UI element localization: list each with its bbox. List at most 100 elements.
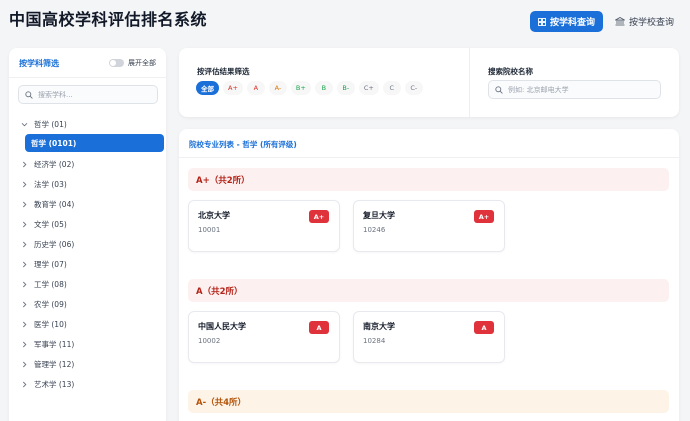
chevron-right-icon bbox=[22, 321, 27, 327]
expand-all-label: 展开全部 bbox=[128, 59, 156, 67]
school-name: 北京大学 bbox=[198, 211, 230, 220]
tree-item[interactable]: 教育学 (04) bbox=[21, 194, 164, 214]
tree-item-label: 文学 (05) bbox=[34, 219, 67, 229]
grade-filter-chips: 全部 A+ A A- B+ B B- C+ C C- bbox=[196, 81, 423, 95]
tree-item[interactable]: 历史学 (06) bbox=[21, 234, 164, 254]
tree-item[interactable]: 艺术学 (13) bbox=[21, 374, 164, 394]
tree-item[interactable]: 军事学 (11) bbox=[21, 334, 164, 354]
grade-filter-title: 按评估结果筛选 bbox=[197, 67, 250, 76]
tree-toggle[interactable] bbox=[21, 341, 34, 348]
tree-item[interactable]: 文学 (05) bbox=[21, 214, 164, 234]
list-title: 院校专业列表 - 哲学 (所有评级) bbox=[189, 140, 297, 149]
sidebar-header: 按学科筛选 展开全部 bbox=[9, 48, 166, 78]
tree-toggle[interactable] bbox=[21, 221, 34, 228]
tree-item[interactable]: 法学 (03) bbox=[21, 174, 164, 194]
school-query-button[interactable]: 按学校查询 bbox=[613, 11, 676, 32]
grade-group-heading: A+（共2所） bbox=[188, 168, 669, 191]
school-search-title: 搜索院校名称 bbox=[488, 67, 533, 76]
school-code: 10246 bbox=[363, 226, 386, 234]
tree-item[interactable]: 理学 (07) bbox=[21, 254, 164, 274]
school-card[interactable]: 中国人民大学 10002 A bbox=[188, 311, 340, 363]
tree-item-label: 经济学 (02) bbox=[34, 159, 75, 169]
subject-search-box bbox=[18, 85, 158, 104]
tree-item[interactable]: 哲学 (01) bbox=[21, 114, 164, 134]
tree-toggle[interactable] bbox=[21, 161, 34, 168]
tree-item-label: 教育学 (04) bbox=[34, 199, 75, 209]
school-name: 南京大学 bbox=[363, 322, 395, 331]
grade-chip[interactable]: B bbox=[314, 81, 333, 95]
tree-toggle[interactable] bbox=[21, 301, 34, 308]
grade-chip[interactable]: C bbox=[382, 81, 401, 95]
tree-item-label: 管理学 (12) bbox=[34, 359, 75, 369]
grade-chip[interactable]: 全部 bbox=[196, 81, 219, 95]
filter-divider bbox=[469, 48, 470, 117]
school-code: 10002 bbox=[198, 337, 221, 345]
grid-icon bbox=[538, 17, 546, 26]
top-actions: 按学科查询 按学校查询 bbox=[529, 11, 676, 32]
tree-item-label: 哲学 (01) bbox=[34, 119, 67, 129]
chevron-down-icon bbox=[21, 122, 28, 126]
chevron-right-icon bbox=[22, 241, 27, 247]
grade-chip[interactable]: A- bbox=[268, 81, 287, 95]
tree-item[interactable]: 农学 (09) bbox=[21, 294, 164, 314]
tree-toggle[interactable] bbox=[21, 361, 34, 368]
tree-toggle[interactable] bbox=[21, 121, 34, 128]
school-card[interactable]: 复旦大学 10246 A+ bbox=[353, 200, 505, 252]
school-name: 中国人民大学 bbox=[198, 322, 246, 331]
chevron-right-icon bbox=[22, 161, 27, 167]
toggle-switch[interactable] bbox=[109, 59, 124, 67]
institution-icon bbox=[614, 17, 625, 26]
chevron-right-icon bbox=[22, 301, 27, 307]
tree-toggle[interactable] bbox=[21, 261, 34, 268]
grade-chip[interactable]: B- bbox=[336, 81, 355, 95]
grade-chip[interactable]: C- bbox=[404, 81, 423, 95]
tree-toggle[interactable] bbox=[21, 381, 34, 388]
list-divider bbox=[179, 157, 679, 158]
school-card[interactable]: 北京大学 10001 A+ bbox=[188, 200, 340, 252]
search-icon bbox=[25, 90, 33, 99]
grade-group-heading: A（共2所） bbox=[188, 279, 669, 302]
expand-all-toggle[interactable]: 展开全部 bbox=[109, 58, 156, 68]
subject-query-label: 按学科查询 bbox=[549, 18, 595, 28]
subject-search-input[interactable] bbox=[38, 90, 148, 99]
grade-badge: A bbox=[309, 321, 329, 334]
tree-item-label: 农学 (09) bbox=[34, 299, 67, 309]
subject-query-button[interactable]: 按学科查询 bbox=[529, 11, 603, 32]
tree-item[interactable]: 医学 (10) bbox=[21, 314, 164, 334]
tree-item-label: 历史学 (06) bbox=[34, 239, 75, 249]
grade-chip[interactable]: B+ bbox=[290, 81, 311, 95]
chevron-right-icon bbox=[22, 221, 27, 227]
school-search-input[interactable] bbox=[508, 85, 658, 94]
grade-chip[interactable]: A+ bbox=[223, 81, 243, 95]
school-card[interactable]: 南京大学 10284 A bbox=[353, 311, 505, 363]
tree-toggle[interactable] bbox=[21, 181, 34, 188]
chevron-right-icon bbox=[22, 261, 27, 267]
tree-child-item[interactable]: 哲学 (0101) bbox=[25, 134, 164, 152]
chevron-right-icon bbox=[22, 361, 27, 367]
tree-toggle[interactable] bbox=[21, 241, 34, 248]
chevron-right-icon bbox=[22, 381, 27, 387]
tree-item-label: 法学 (03) bbox=[34, 179, 67, 189]
tree-toggle[interactable] bbox=[21, 281, 34, 288]
subject-tree: 哲学 (01) 哲学 (0101) 经济学 (02) 法学 (03) 教育学 (04) 文… bbox=[21, 114, 164, 394]
tree-item[interactable]: 管理学 (12) bbox=[21, 354, 164, 374]
grade-chip[interactable]: C+ bbox=[358, 81, 379, 95]
chevron-right-icon bbox=[22, 281, 27, 287]
grade-badge: A+ bbox=[309, 210, 329, 223]
filter-panel: 按评估结果筛选 全部 A+ A A- B+ B B- C+ C C- 搜索院校名称 bbox=[179, 48, 679, 117]
grade-badge: A+ bbox=[474, 210, 494, 223]
grade-group-heading: A-（共4所） bbox=[188, 390, 669, 413]
school-code: 10284 bbox=[363, 337, 386, 345]
school-code: 10001 bbox=[198, 226, 221, 234]
tree-item-label: 艺术学 (13) bbox=[34, 379, 75, 389]
subject-sidebar: 按学科筛选 展开全部 哲学 (01) 哲学 (0101) 经济学 (02) 法学 (0… bbox=[9, 48, 166, 421]
chevron-right-icon bbox=[22, 181, 27, 187]
tree-toggle[interactable] bbox=[21, 321, 34, 328]
school-name: 复旦大学 bbox=[363, 211, 395, 220]
grade-chip[interactable]: A bbox=[246, 81, 265, 95]
tree-item[interactable]: 经济学 (02) bbox=[21, 154, 164, 174]
tree-item-label: 工学 (08) bbox=[34, 279, 67, 289]
tree-item[interactable]: 工学 (08) bbox=[21, 274, 164, 294]
tree-toggle[interactable] bbox=[21, 201, 34, 208]
tree-item-label: 军事学 (11) bbox=[34, 339, 75, 349]
